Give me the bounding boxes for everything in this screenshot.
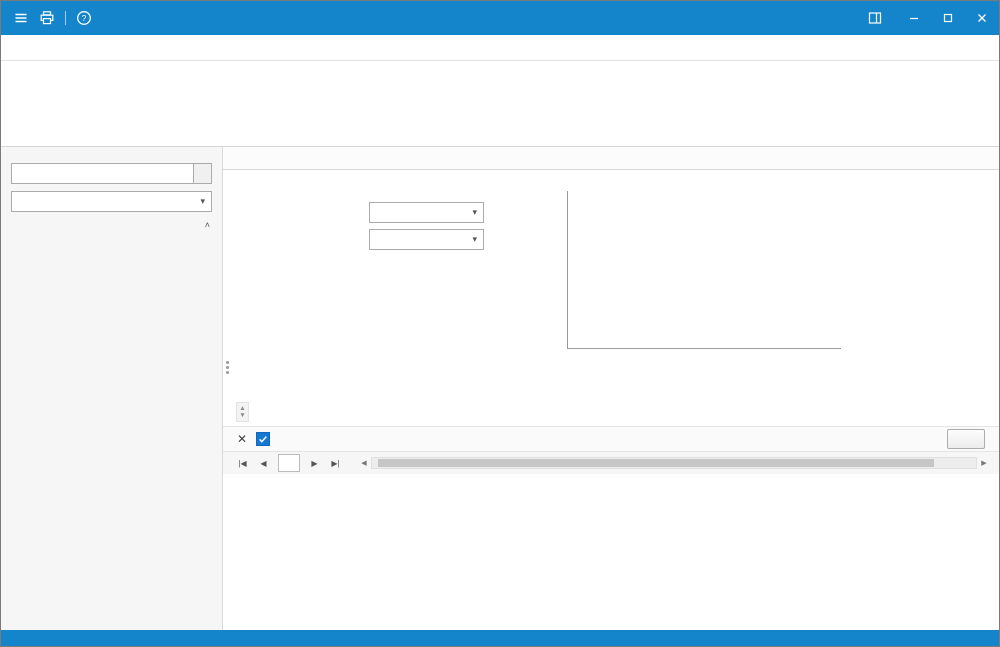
titlebar-left: ? (1, 10, 92, 26)
vertical-scrollbar[interactable]: ▲ ▼ (236, 402, 249, 422)
main-tabs (223, 147, 999, 170)
last-page-button[interactable]: ▶| (326, 454, 345, 472)
filter-expression-bar: ✕ (223, 426, 999, 451)
content-panel: ▾ ▾ (223, 170, 999, 400)
bis-date-select[interactable]: ▾ (369, 229, 484, 250)
chart-legend (849, 183, 991, 398)
data-grid: ▲ ▼ (223, 400, 999, 422)
zeitraum-label (235, 192, 319, 194)
scrollbar-thumb[interactable] (378, 459, 934, 467)
clear-search-button[interactable] (194, 163, 212, 184)
chevron-down-icon: ▾ (472, 207, 477, 218)
search-box (11, 163, 212, 184)
scroll-up-icon[interactable]: ▲ (239, 405, 245, 412)
bis-label (335, 239, 369, 241)
sort-direction-toggle[interactable]: ˄ (11, 219, 212, 230)
ascending-icon: ˄ (205, 220, 210, 230)
chevron-down-icon: ▾ (200, 196, 205, 207)
statusbar (1, 630, 999, 646)
chart-plot (567, 191, 841, 349)
timesheet-list (11, 239, 212, 626)
zeitraum-row (235, 192, 527, 194)
maximize-icon[interactable] (931, 1, 965, 35)
sidebar: ▾ ˄ (1, 147, 223, 630)
customize-filter-button[interactable] (947, 429, 985, 449)
summary-row (223, 422, 999, 423)
body: ▾ ˄ (1, 147, 999, 630)
filter-enabled-checkbox[interactable] (256, 432, 270, 446)
von-date-select[interactable]: ▾ (369, 202, 484, 223)
pager-bar: |◀ ◀ ▶ ▶| ◀ ▶ (223, 451, 999, 474)
chevron-down-icon: ▾ (472, 234, 477, 245)
bis-row: ▾ (335, 229, 527, 250)
print-icon[interactable] (39, 10, 55, 26)
ribbon (1, 61, 999, 147)
panel-icon[interactable] (867, 10, 883, 26)
chart (531, 183, 849, 398)
chart-area (527, 178, 991, 398)
von-label (335, 212, 369, 214)
app-window: ? ▾ ˄ (0, 0, 1000, 647)
menu-tabs (1, 35, 999, 61)
help-icon[interactable]: ? (76, 10, 92, 26)
minimize-icon[interactable] (897, 1, 931, 35)
scroll-left-icon[interactable]: ◀ (357, 459, 371, 467)
close-icon[interactable] (965, 1, 999, 35)
horizontal-scrollbar[interactable]: ◀ ▶ (357, 457, 991, 469)
scrollbar-track[interactable] (371, 457, 977, 469)
page-indicator (278, 454, 300, 472)
remove-filter-icon[interactable]: ✕ (237, 433, 247, 445)
chart-x-axis (567, 351, 841, 364)
next-page-button[interactable]: ▶ (305, 454, 324, 472)
previous-page-button[interactable]: ◀ (254, 454, 273, 472)
titlebar-right (867, 1, 999, 35)
filter-panel: ▾ ▾ (235, 178, 527, 398)
first-page-button[interactable]: |◀ (233, 454, 252, 472)
main-panel: ▾ ▾ (223, 147, 999, 630)
search-input[interactable] (11, 163, 194, 184)
titlebar-separator (65, 11, 66, 25)
von-row: ▾ (335, 202, 527, 223)
chart-row (531, 183, 991, 398)
titlebar: ? (1, 1, 999, 35)
scroll-right-icon[interactable]: ▶ (977, 459, 991, 467)
scroll-down-icon[interactable]: ▼ (239, 412, 245, 419)
splitter-handle[interactable] (226, 361, 229, 364)
menu-icon[interactable] (13, 10, 29, 26)
svg-text:?: ? (82, 13, 87, 23)
sort-field-select[interactable]: ▾ (11, 191, 212, 212)
